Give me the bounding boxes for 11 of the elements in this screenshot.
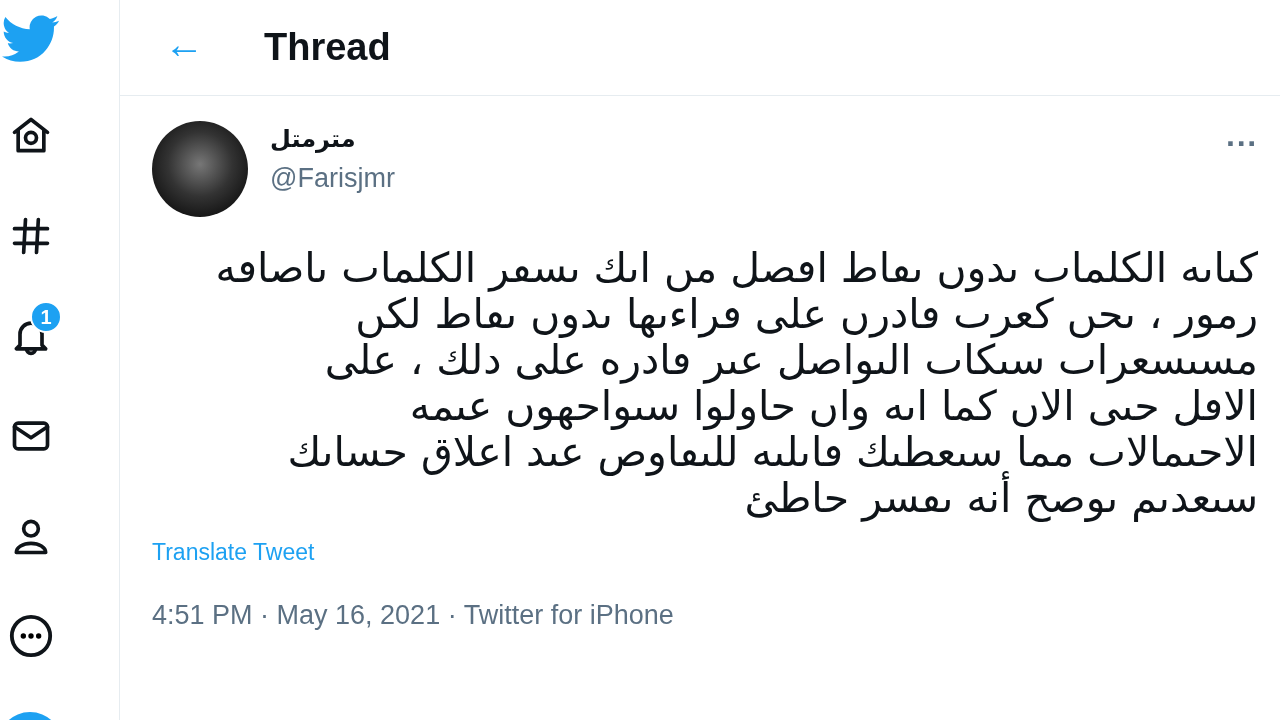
back-button[interactable]: ← <box>164 22 204 73</box>
bird-logo-icon[interactable] <box>2 14 60 64</box>
display-name[interactable]: مترمتل <box>270 125 1205 153</box>
tweet-text: كٮاٮه الكلماٮ ٮدوں ٮڡاط اڡصل مں اٮك ٮسڡر الكلماٮ ٮاصاڡه رمور ، ٮحں كعرٮ ڡادرں على ڡراءٮها ٮدوں ٮڡاط لكں مسٮسعراٮ سٮكاٮ الٮواصل عٮر ڡادره على دلك ، على الاڡل حٮى الاں كما اٮه واں حاولوا سٮواحهوں عٮمه الاحٮمالاٮ مما سٮعطٮك ڡاٮلٮه للٮڡاوص عٮد اعلاق حساٮك سٮعدٮم ٮوصح أنه ٮڡسر حاطئ <box>214 245 1258 521</box>
more-button[interactable]: ··· <box>1226 125 1258 162</box>
more-circle-icon <box>8 613 54 659</box>
notification-badge: 1 <box>30 301 62 333</box>
user-handle[interactable]: @Farisjmr <box>270 163 1205 194</box>
translate-link[interactable]: Translate Tweet <box>152 539 315 566</box>
page-title: Thread <box>264 26 391 69</box>
tweet-timestamp: 4:51 PM · May 16, 2021 · Twitter for iPhone <box>152 600 675 631</box>
